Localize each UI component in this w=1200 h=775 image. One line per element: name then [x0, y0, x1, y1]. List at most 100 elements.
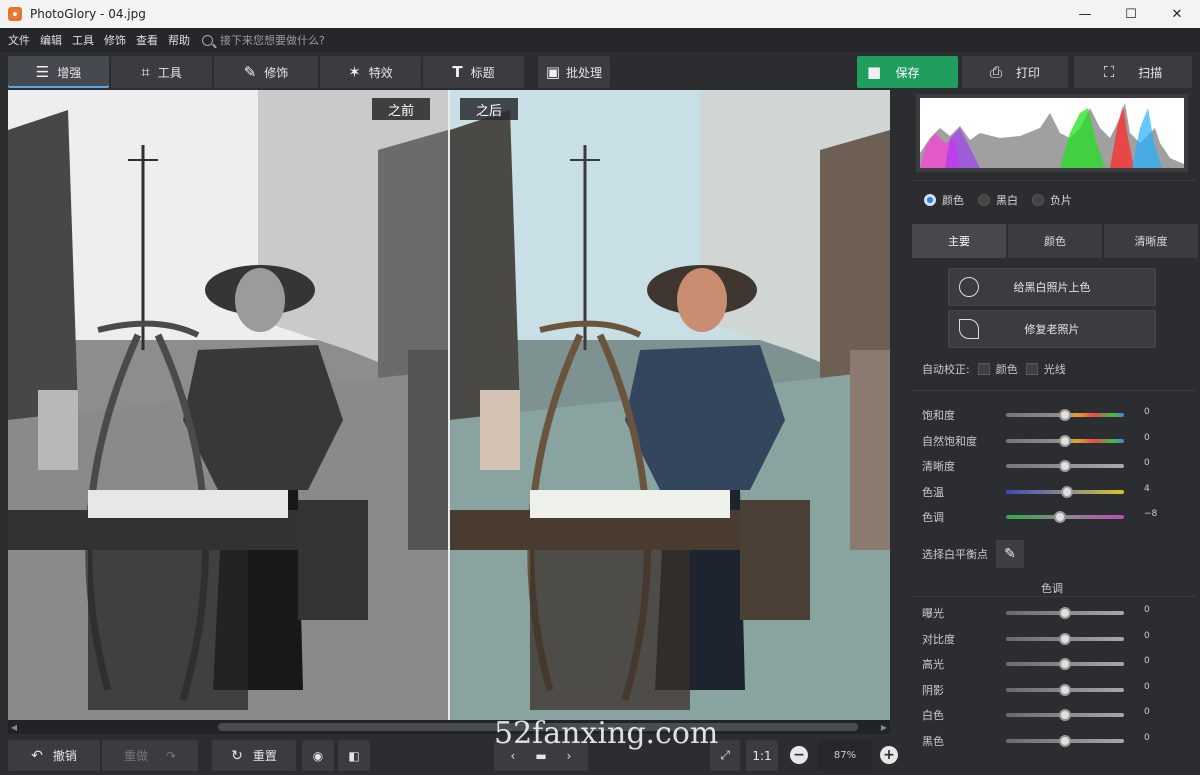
- before-label: 之前: [372, 98, 431, 120]
- window-title: PhotoGlory - 04.jpg: [30, 7, 146, 21]
- zoom-out-button[interactable]: −: [790, 746, 808, 764]
- basic-slider-handle[interactable]: [1059, 434, 1071, 447]
- basic-slider-label: 饱和度: [922, 409, 955, 422]
- undo-icon: ↶: [31, 747, 43, 764]
- zoom-level[interactable]: 87%: [818, 740, 872, 771]
- tone-slider-handle[interactable]: [1059, 632, 1071, 645]
- batch-button[interactable]: ▣ 批处理: [538, 56, 610, 88]
- mode-color-label[interactable]: 颜色: [942, 192, 964, 208]
- tone-slider-row: 阴影 0: [922, 679, 1182, 699]
- basic-slider-track[interactable]: [1006, 460, 1124, 472]
- command-search[interactable]: 接下来您想要做什么?: [202, 32, 325, 48]
- menu-file[interactable]: 文件: [8, 32, 30, 48]
- tone-slider-value: 0: [1144, 630, 1150, 641]
- basic-slider-track[interactable]: [1006, 511, 1124, 523]
- tone-slider-handle[interactable]: [1059, 709, 1071, 721]
- tone-slider-row: 黑色 0: [922, 730, 1182, 750]
- basic-slider-value: 0: [1144, 458, 1150, 468]
- mode-negative-radio[interactable]: [1032, 194, 1044, 206]
- tone-slider-track[interactable]: [1006, 709, 1124, 721]
- auto-correct-label: 自动校正:: [922, 363, 970, 376]
- tab-clarity[interactable]: 清晰度: [1104, 224, 1198, 258]
- tone-slider-track[interactable]: [1006, 683, 1124, 696]
- auto-color-checkbox[interactable]: [977, 363, 990, 375]
- basic-slider-track[interactable]: [1006, 409, 1124, 421]
- tone-slider-handle[interactable]: [1059, 607, 1071, 619]
- menu-retouch[interactable]: 修饰: [104, 32, 126, 48]
- window-controls: — ☐ ✕: [1062, 0, 1200, 28]
- auto-correct-row: 自动校正: 颜色 光线: [922, 361, 1066, 377]
- tab-main[interactable]: 主要: [912, 224, 1006, 258]
- basic-slider-handle[interactable]: [1061, 485, 1074, 498]
- minus-icon: −: [793, 747, 805, 763]
- mode-color-radio[interactable]: [924, 194, 936, 206]
- horizontal-scrollbar[interactable]: ◀ ▶: [8, 720, 890, 734]
- basic-slider-handle[interactable]: [1059, 460, 1071, 472]
- basic-slider-handle[interactable]: [1059, 409, 1071, 421]
- menu-bar: 文件 编辑 工具 修饰 查看 帮助 接下来您想要做什么?: [0, 28, 1200, 52]
- tone-slider-handle[interactable]: [1059, 734, 1071, 747]
- reset-button[interactable]: ↻ 重置: [212, 740, 296, 771]
- mode-bw-radio[interactable]: [978, 194, 990, 206]
- tone-slider-value: 0: [1144, 605, 1150, 615]
- crop-icon: ⌗: [141, 63, 150, 81]
- tone-slider-track[interactable]: [1006, 734, 1124, 747]
- basic-slider-track[interactable]: [1006, 485, 1124, 498]
- tab-title[interactable]: T 标题: [423, 56, 524, 88]
- auto-light-checkbox[interactable]: [1025, 363, 1038, 375]
- printer-icon: ⎙: [989, 63, 1002, 81]
- menu-edit[interactable]: 编辑: [40, 32, 62, 48]
- tab-effects[interactable]: ✶ 特效: [320, 56, 421, 88]
- tone-slider-handle[interactable]: [1059, 658, 1071, 670]
- basic-slider-label: 色调: [922, 511, 944, 524]
- preview-toggle-button[interactable]: ◉: [302, 740, 334, 771]
- after-label: 之后: [460, 98, 519, 120]
- menu-view[interactable]: 查看: [136, 32, 158, 48]
- plus-icon: +: [883, 747, 895, 763]
- redo-label: 重做: [123, 749, 148, 763]
- tone-slider-track[interactable]: [1006, 632, 1124, 645]
- minimize-button[interactable]: —: [1062, 0, 1108, 28]
- restore-photo-button[interactable]: 修复老照片: [948, 310, 1156, 348]
- maximize-button[interactable]: ☐: [1108, 0, 1154, 28]
- auto-light-label: 光线: [1043, 363, 1066, 376]
- basic-slider-handle[interactable]: [1054, 511, 1067, 523]
- eyedropper-icon[interactable]: ✎: [996, 540, 1024, 568]
- tone-slider-track[interactable]: [1006, 658, 1124, 670]
- menu-help[interactable]: 帮助: [168, 32, 190, 48]
- photo-canvas[interactable]: 之前 之后: [8, 90, 890, 720]
- tab-color[interactable]: 颜色: [1008, 224, 1102, 258]
- save-button[interactable]: ■ 保存: [857, 56, 958, 88]
- print-button[interactable]: ⎙ 打印: [962, 56, 1068, 88]
- tone-slider-track[interactable]: [1006, 607, 1124, 619]
- mode-bw-label[interactable]: 黑白: [996, 192, 1018, 208]
- scan-button[interactable]: ⛶ 扫描: [1074, 56, 1192, 88]
- tone-slider-label: 高光: [922, 658, 944, 671]
- batch-label: 批处理: [566, 65, 603, 80]
- actual-size-button[interactable]: 1:1: [746, 740, 778, 771]
- undo-button[interactable]: ↶ 撤销: [8, 740, 100, 771]
- photo-before-image: [8, 90, 448, 720]
- scroll-right-icon[interactable]: ▶: [878, 720, 890, 734]
- colorize-button[interactable]: 给黑白照片上色: [948, 268, 1156, 306]
- tab-retouch[interactable]: ✎ 修饰: [214, 56, 318, 88]
- tab-tools[interactable]: ⌗ 工具: [111, 56, 212, 88]
- redo-button[interactable]: 重做 ↷: [102, 740, 198, 771]
- print-label: 打印: [1016, 65, 1041, 80]
- tone-slider-value: 0: [1144, 681, 1150, 692]
- zoom-in-button[interactable]: +: [880, 746, 898, 764]
- tone-slider-handle[interactable]: [1059, 683, 1071, 696]
- basic-slider-value: 0: [1144, 432, 1150, 443]
- tone-slider-value: 0: [1144, 656, 1150, 666]
- floppy-icon: ■: [867, 63, 882, 81]
- tab-retouch-label: 修饰: [264, 65, 289, 80]
- tab-enhance[interactable]: ☰ 增强: [8, 56, 109, 88]
- batch-images-icon: ▣: [545, 63, 561, 81]
- close-button[interactable]: ✕: [1154, 0, 1200, 28]
- mode-negative-label[interactable]: 负片: [1050, 192, 1072, 208]
- basic-slider-track[interactable]: [1006, 434, 1124, 447]
- actual-size-label: 1:1: [752, 748, 772, 763]
- compare-view-button[interactable]: ◧: [338, 740, 370, 771]
- menu-tools[interactable]: 工具: [72, 32, 94, 48]
- scroll-left-icon[interactable]: ◀: [8, 720, 20, 734]
